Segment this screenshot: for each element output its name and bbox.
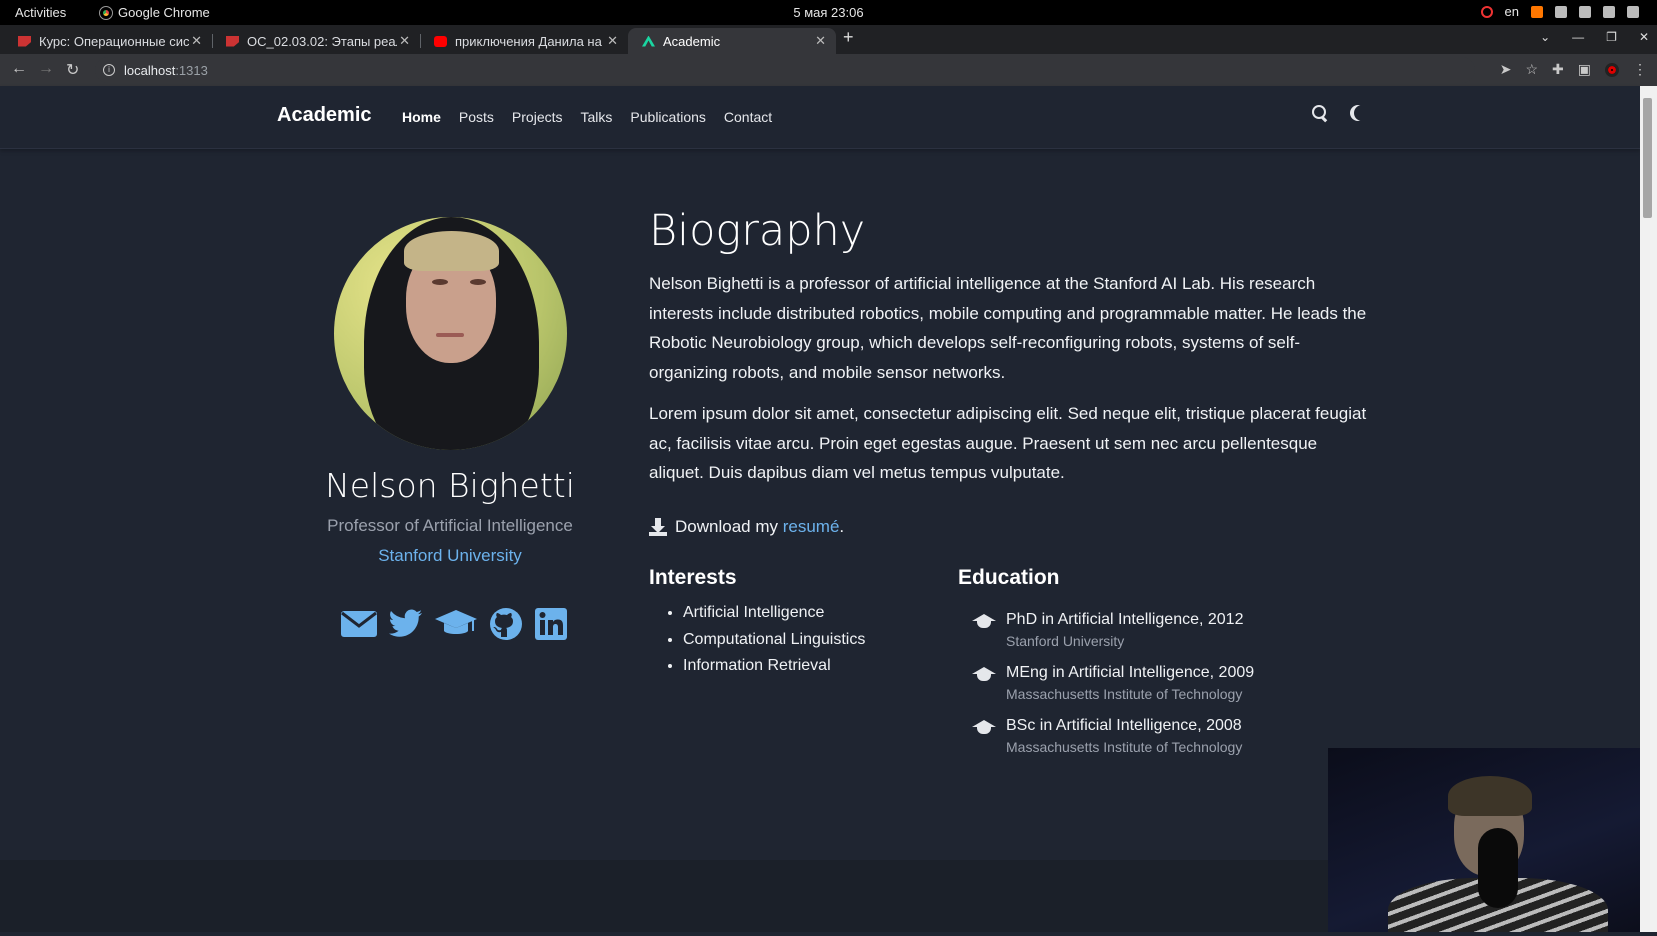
download-resume: Download my resumé. (649, 517, 844, 537)
microphone-icon[interactable] (1603, 5, 1615, 18)
new-tab-button[interactable]: + (843, 27, 854, 48)
volume-icon[interactable] (1579, 5, 1591, 18)
nav-posts[interactable]: Posts (459, 109, 494, 125)
bookmark-star-icon[interactable]: ☆ (1525, 61, 1538, 78)
system-tray[interactable]: en (1480, 4, 1639, 19)
browser-tab[interactable]: ОС_02.03.02: Этапы реал ✕ (212, 28, 420, 54)
site-navbar: Academic Home Posts Projects Talks Publi… (0, 86, 1640, 149)
social-links (340, 606, 568, 642)
school: Massachusetts Institute of Technology (1006, 739, 1243, 755)
course-icon (226, 35, 239, 47)
graduation-cap-icon (972, 667, 996, 683)
update-icon[interactable] (1531, 5, 1543, 18)
menu-icon[interactable]: ⋮ (1633, 61, 1647, 78)
school: Stanford University (1006, 633, 1125, 649)
site-info-icon[interactable]: i (103, 64, 115, 76)
degree: MEng in Artificial Intelligence, 2009 (1006, 664, 1255, 681)
education-item: PhD in Artificial Intelligence, 2012 Sta… (972, 611, 1243, 649)
github-icon[interactable] (488, 606, 524, 642)
site-menu: Home Posts Projects Talks Publications C… (402, 109, 772, 125)
envelope-icon[interactable] (340, 609, 378, 639)
interest-item: Artificial Intelligence (683, 600, 865, 627)
interests-list: Artificial Intelligence Computational Li… (683, 600, 865, 680)
interests-heading: Interests (649, 566, 737, 589)
url-port: :1313 (175, 62, 208, 78)
profile-institution[interactable]: Stanford University (250, 546, 650, 566)
degree: PhD in Artificial Intelligence, 2012 (1006, 611, 1244, 628)
degree: BSc in Artificial Intelligence, 2008 (1006, 717, 1242, 734)
window-controls: ⌄ — ❐ ✕ (1540, 30, 1649, 44)
tab-strip: Курс: Операционные сис ✕ ОС_02.03.02: Эт… (0, 25, 1657, 54)
biography-paragraph: Lorem ipsum dolor sit amet, consectetur … (649, 404, 1367, 482)
avatar (334, 217, 567, 450)
resume-link[interactable]: resumé (783, 517, 840, 536)
tab-title: Курс: Операционные сис (39, 33, 189, 49)
education-item: BSc in Artificial Intelligence, 2008 Mas… (972, 717, 1242, 755)
close-icon[interactable]: ✕ (191, 33, 202, 49)
nav-projects[interactable]: Projects (512, 109, 563, 125)
system-top-bar: Activities Google Chrome 5 мая 23:06 en (0, 0, 1657, 25)
minimize-button[interactable]: — (1572, 30, 1584, 44)
close-icon[interactable]: ✕ (399, 33, 410, 49)
browser-tab[interactable]: приключения Данила на ✕ (420, 28, 628, 54)
wifi-icon[interactable] (1555, 5, 1567, 18)
site-brand[interactable]: Academic (277, 104, 372, 127)
nav-contact[interactable]: Contact (724, 109, 772, 125)
youtube-icon (434, 35, 447, 47)
moon-icon[interactable] (1354, 105, 1370, 121)
biography-paragraph: Nelson Bighetti is a professor of artifi… (649, 274, 1367, 382)
browser-tab-active[interactable]: Academic ✕ (628, 28, 836, 54)
reload-button[interactable]: ↻ (66, 60, 79, 80)
tab-title: Academic (663, 33, 721, 49)
toolbar: ← → ↻ i localhost:1313 ➤ ☆ ✚ ▣ ⋮ (0, 54, 1657, 86)
close-window-button[interactable]: ✕ (1639, 30, 1649, 44)
graduation-cap-icon[interactable] (434, 609, 478, 639)
forward-button[interactable]: → (38, 60, 54, 78)
twitter-icon[interactable] (388, 608, 424, 640)
tab-search-icon[interactable]: ⌄ (1540, 30, 1550, 44)
address-bar[interactable]: i localhost:1313 (95, 57, 1475, 83)
download-icon (649, 518, 667, 536)
interest-item: Information Retrieval (683, 653, 865, 680)
interest-item: Computational Linguistics (683, 627, 865, 654)
download-text: Download my resumé. (675, 517, 845, 536)
course-icon (18, 35, 31, 47)
tab-title: ОС_02.03.02: Этапы реал (247, 33, 397, 49)
close-icon[interactable]: ✕ (815, 33, 826, 49)
navbar-actions (1312, 105, 1370, 121)
share-icon[interactable]: ➤ (1500, 61, 1512, 78)
maximize-button[interactable]: ❐ (1606, 30, 1617, 44)
tab-title: приключения Данила на (455, 33, 602, 49)
nav-home[interactable]: Home (402, 109, 441, 125)
nav-talks[interactable]: Talks (581, 109, 613, 125)
nav-publications[interactable]: Publications (630, 109, 706, 125)
keyboard-layout[interactable]: en (1505, 4, 1519, 19)
graduation-cap-icon (972, 614, 996, 630)
browser-tab[interactable]: Курс: Операционные сис ✕ (4, 28, 212, 54)
graduation-cap-icon (972, 720, 996, 736)
toolbar-right-icons: ➤ ☆ ✚ ▣ ⋮ (1500, 61, 1647, 78)
extensions-icon[interactable]: ✚ (1552, 61, 1564, 78)
education-item: MEng in Artificial Intelligence, 2009 Ma… (972, 664, 1254, 702)
biography-title: Biography (649, 206, 866, 256)
battery-icon[interactable] (1627, 5, 1639, 18)
url-host: localhost (124, 62, 176, 78)
scrollbar[interactable] (1640, 86, 1657, 932)
record-icon[interactable] (1605, 62, 1619, 77)
profile-role: Professor of Artificial Intelligence (327, 516, 573, 535)
side-panel-icon[interactable]: ▣ (1578, 61, 1591, 78)
microphone-icon (1478, 828, 1518, 908)
webcam-overlay (1328, 748, 1640, 932)
close-icon[interactable]: ✕ (607, 33, 618, 49)
education-heading: Education (958, 566, 1060, 589)
profile-name: Nelson Bighetti (325, 466, 575, 505)
academic-icon (642, 35, 655, 47)
clock[interactable]: 5 мая 23:06 (0, 5, 1657, 20)
vpn-icon[interactable] (1480, 5, 1493, 18)
scrollbar-thumb[interactable] (1643, 98, 1652, 218)
linkedin-icon[interactable] (534, 607, 568, 641)
back-button[interactable]: ← (11, 60, 27, 78)
school: Massachusetts Institute of Technology (1006, 686, 1243, 702)
search-icon[interactable] (1312, 105, 1328, 121)
